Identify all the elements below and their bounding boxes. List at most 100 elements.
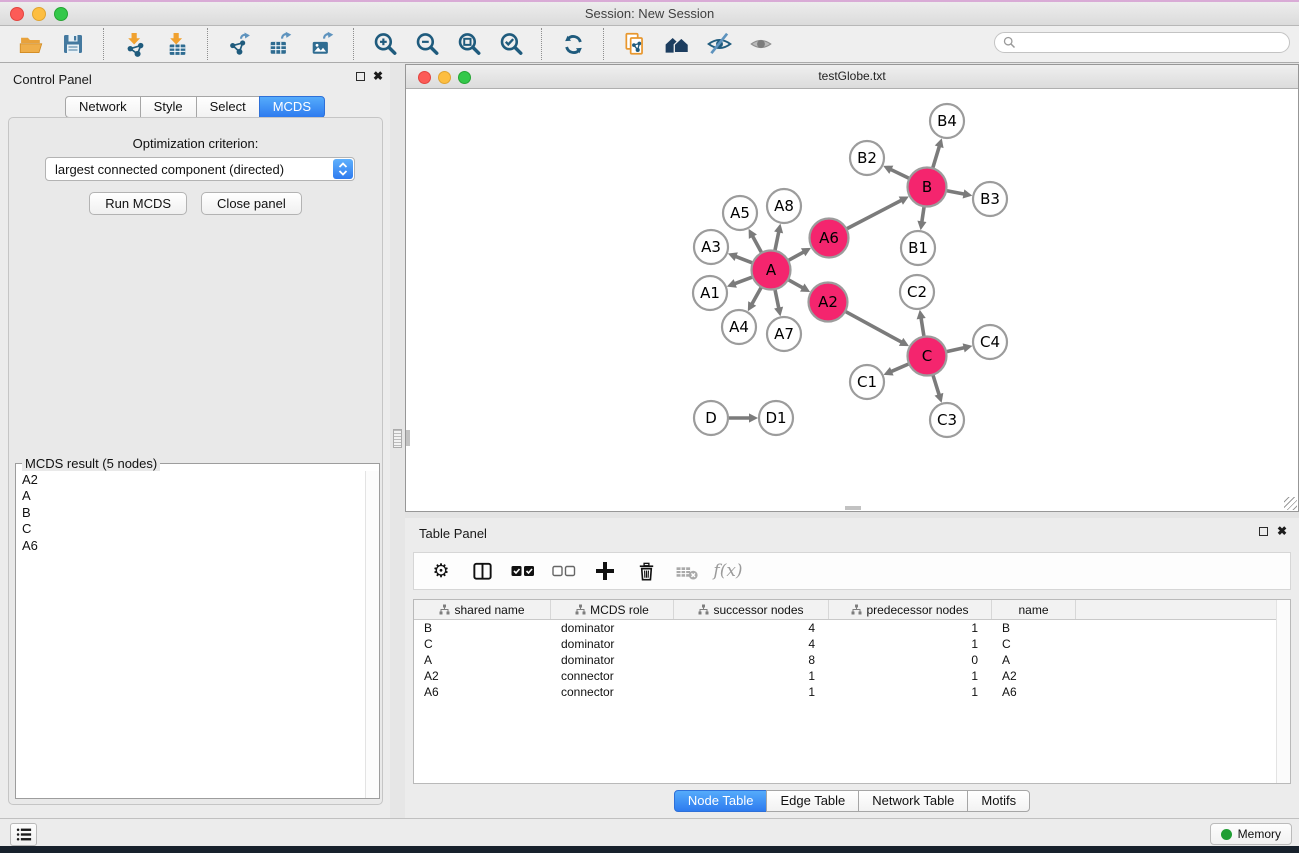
mcds-result-item[interactable]: A bbox=[22, 488, 379, 504]
graph-edge[interactable] bbox=[735, 256, 753, 263]
export-network-icon[interactable] bbox=[224, 29, 254, 59]
graph-edge[interactable] bbox=[752, 287, 762, 304]
zoom-selected-icon[interactable] bbox=[496, 29, 526, 59]
graph-edge[interactable] bbox=[946, 348, 965, 352]
network-graph[interactable]: B4B2BB3A8A5A6A3B1AC2A1A2A4A7C4CC1C3DD1 bbox=[406, 89, 1298, 511]
graph-edge[interactable] bbox=[890, 169, 909, 178]
table-options-gear-icon[interactable]: ⚙ bbox=[428, 558, 454, 584]
save-session-icon[interactable] bbox=[58, 29, 88, 59]
table-toolbar: ⚙ f(x) bbox=[413, 552, 1291, 590]
delete-table-icon[interactable] bbox=[674, 558, 700, 584]
show-eye-icon[interactable] bbox=[746, 29, 776, 59]
result-scrollbar[interactable] bbox=[365, 471, 379, 798]
graph-edge[interactable] bbox=[921, 318, 924, 337]
window-titlebar: Session: New Session bbox=[0, 2, 1299, 26]
delete-columns-icon[interactable] bbox=[633, 558, 659, 584]
show-columns-icon[interactable] bbox=[469, 558, 495, 584]
graph-edge[interactable] bbox=[933, 375, 939, 396]
search-input[interactable] bbox=[1021, 35, 1275, 51]
table-tabs: Node TableEdge TableNetwork TableMotifs bbox=[405, 790, 1299, 812]
table-row[interactable]: A2connector11A2 bbox=[414, 668, 1290, 684]
graph-edge[interactable] bbox=[788, 280, 803, 289]
column-header-name[interactable]: name bbox=[992, 600, 1076, 619]
close-panel-icon[interactable]: ✖ bbox=[373, 69, 383, 83]
float-table-panel-icon[interactable] bbox=[1259, 527, 1268, 536]
clone-network-icon[interactable] bbox=[620, 29, 650, 59]
select-stepper-icon bbox=[333, 159, 353, 179]
graph-edge[interactable] bbox=[846, 200, 901, 229]
function-builder-icon[interactable]: f(x) bbox=[715, 558, 741, 584]
resize-grip-icon[interactable] bbox=[1284, 497, 1297, 510]
mcds-result-item[interactable]: A2 bbox=[22, 472, 379, 488]
export-table-icon[interactable] bbox=[266, 29, 296, 59]
node-label-B2: B2 bbox=[857, 149, 877, 167]
table-row[interactable]: A6connector11A6 bbox=[414, 684, 1290, 700]
graph-edge[interactable] bbox=[752, 236, 761, 253]
column-header-MCDS-role[interactable]: MCDS role bbox=[551, 600, 674, 619]
first-neighbors-icon[interactable] bbox=[662, 29, 692, 59]
v-scroll-hint[interactable] bbox=[406, 430, 410, 446]
zoom-in-icon[interactable] bbox=[370, 29, 400, 59]
graph-edge[interactable] bbox=[788, 252, 804, 261]
mcds-result-item[interactable]: B bbox=[22, 505, 379, 521]
graph-edge[interactable] bbox=[775, 231, 779, 250]
table-row[interactable]: Bdominator41B bbox=[414, 620, 1290, 636]
import-network-icon[interactable] bbox=[120, 29, 150, 59]
panel-splitter[interactable] bbox=[390, 63, 406, 818]
criterion-select-value: largest connected component (directed) bbox=[46, 162, 333, 177]
graph-edge[interactable] bbox=[933, 146, 940, 168]
mcds-result-title: MCDS result (5 nodes) bbox=[22, 456, 160, 471]
mcds-result-list[interactable]: A2ABCA6 bbox=[22, 472, 379, 554]
graph-edge[interactable] bbox=[922, 206, 924, 222]
export-image-icon[interactable] bbox=[308, 29, 338, 59]
graph-edge[interactable] bbox=[775, 289, 779, 308]
mcds-result-item[interactable]: A6 bbox=[22, 538, 379, 554]
search-field[interactable] bbox=[994, 32, 1290, 53]
graph-edge[interactable] bbox=[946, 191, 964, 194]
graph-edge[interactable] bbox=[891, 364, 909, 372]
tab-edge-table[interactable]: Edge Table bbox=[766, 790, 859, 812]
task-history-icon[interactable] bbox=[10, 823, 37, 846]
table-row[interactable]: Adominator80A bbox=[414, 652, 1290, 668]
run-mcds-button[interactable]: Run MCDS bbox=[89, 192, 187, 215]
hide-panel-eye-icon[interactable] bbox=[704, 29, 734, 59]
float-panel-icon[interactable] bbox=[356, 72, 365, 81]
tab-style[interactable]: Style bbox=[140, 96, 197, 118]
deselect-all-rows-icon[interactable] bbox=[551, 558, 577, 584]
column-header-predecessor-nodes[interactable]: predecessor nodes bbox=[829, 600, 992, 619]
tab-network-table[interactable]: Network Table bbox=[858, 790, 968, 812]
table-row[interactable]: Cdominator41C bbox=[414, 636, 1290, 652]
open-session-icon[interactable] bbox=[16, 29, 46, 59]
table-cell: A2 bbox=[414, 669, 551, 683]
add-column-icon[interactable] bbox=[592, 558, 618, 584]
edge-arrowhead bbox=[963, 189, 973, 198]
tab-network[interactable]: Network bbox=[65, 96, 141, 118]
column-header-successor-nodes[interactable]: successor nodes bbox=[674, 600, 829, 619]
network-canvas[interactable]: B4B2BB3A8A5A6A3B1AC2A1A2A4A7C4CC1C3DD1 bbox=[406, 89, 1298, 511]
tab-select[interactable]: Select bbox=[196, 96, 260, 118]
graph-edge[interactable] bbox=[734, 277, 752, 284]
column-header-shared-name[interactable]: shared name bbox=[414, 600, 551, 619]
graph-edge[interactable] bbox=[845, 311, 902, 342]
splitter-grip-icon[interactable] bbox=[393, 429, 402, 448]
memory-button[interactable]: Memory bbox=[1210, 823, 1292, 845]
select-all-rows-icon[interactable] bbox=[510, 558, 536, 584]
close-table-panel-icon[interactable]: ✖ bbox=[1277, 524, 1287, 538]
zoom-fit-icon[interactable] bbox=[454, 29, 484, 59]
table-scrollbar[interactable] bbox=[1276, 600, 1290, 783]
node-label-A3: A3 bbox=[701, 238, 721, 256]
mcds-tab-content: Optimization criterion: largest connecte… bbox=[8, 117, 383, 805]
tab-node-table[interactable]: Node Table bbox=[674, 790, 768, 812]
node-label-B1: B1 bbox=[908, 239, 928, 257]
criterion-select[interactable]: largest connected component (directed) bbox=[45, 157, 355, 181]
import-table-icon[interactable] bbox=[162, 29, 192, 59]
h-scroll-hint[interactable] bbox=[845, 506, 861, 510]
tab-mcds[interactable]: MCDS bbox=[259, 96, 325, 118]
workspace: testGlobe.txt B4B2BB3A8A5A6A3B1AC2A1A2A4… bbox=[405, 63, 1299, 818]
mcds-result-item[interactable]: C bbox=[22, 521, 379, 537]
zoom-out-icon[interactable] bbox=[412, 29, 442, 59]
close-panel-button[interactable]: Close panel bbox=[201, 192, 302, 215]
tab-motifs[interactable]: Motifs bbox=[967, 790, 1030, 812]
toolbar-separator bbox=[207, 28, 209, 60]
refresh-icon[interactable] bbox=[558, 29, 588, 59]
